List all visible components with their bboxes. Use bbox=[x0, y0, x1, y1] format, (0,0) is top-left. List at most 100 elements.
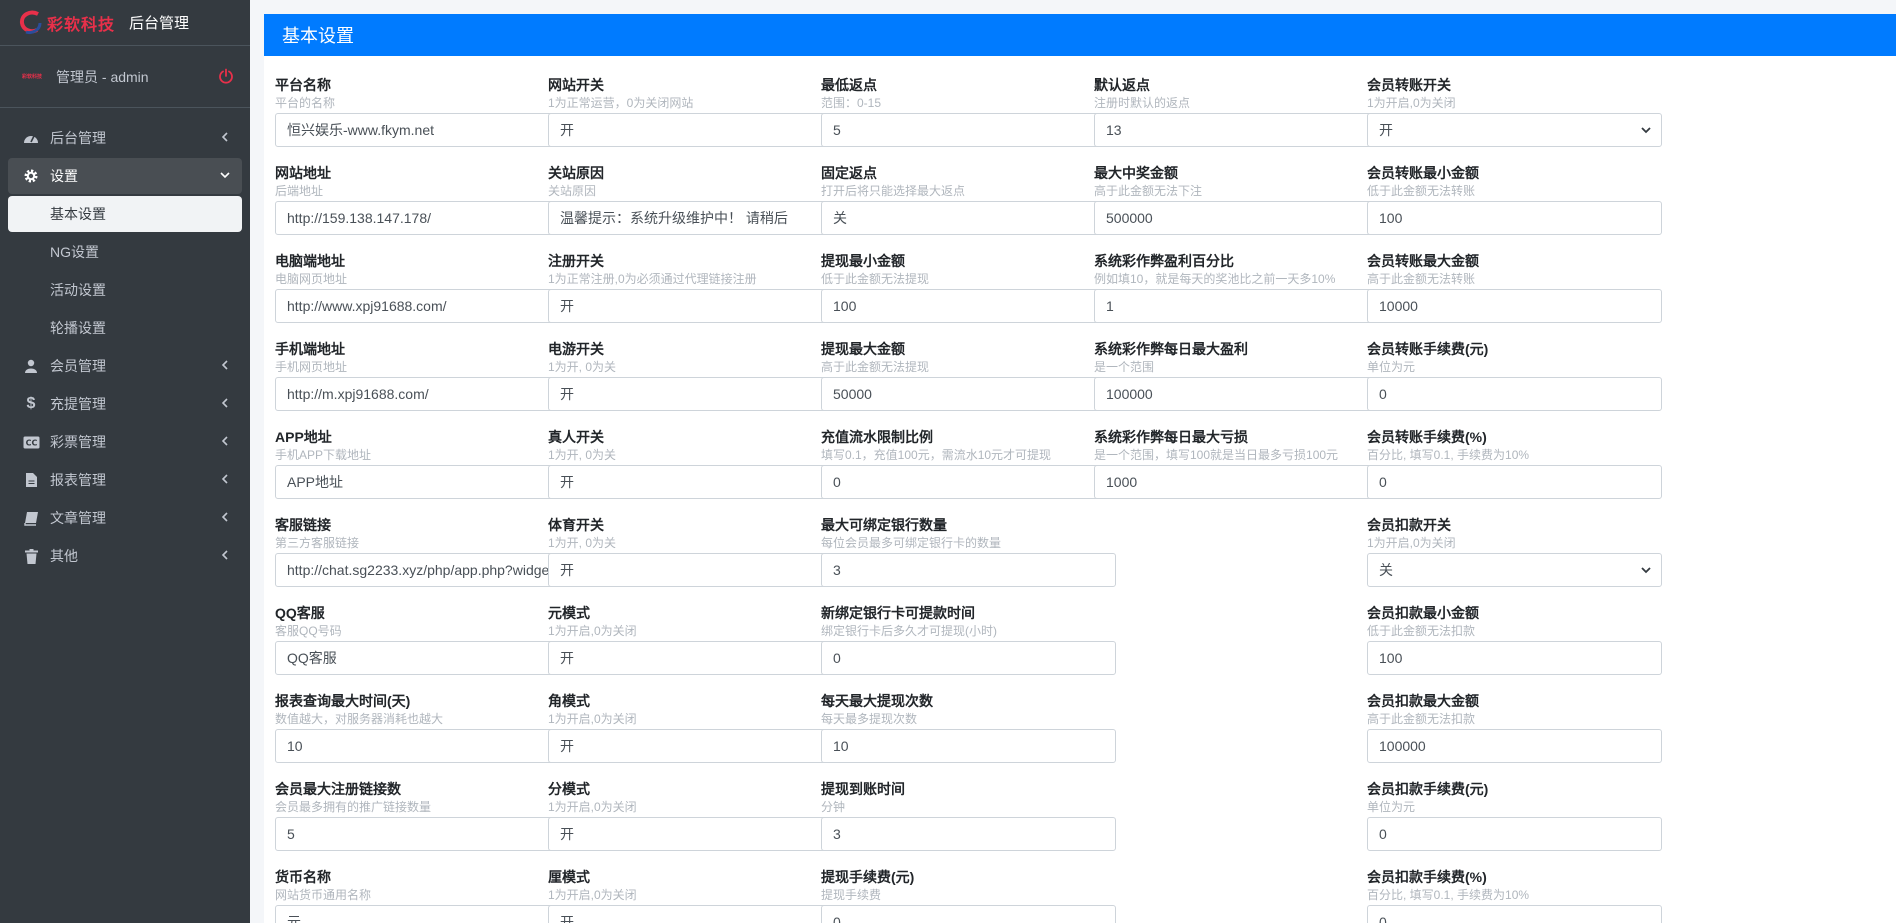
text-input[interactable]: 元 bbox=[275, 905, 570, 923]
form-field: 会员扣款最大金额 高于此金额无法扣款 100000 bbox=[1367, 692, 1663, 780]
nav-label: 设置 bbox=[50, 168, 78, 184]
select-field[interactable]: 关 bbox=[821, 201, 1116, 235]
select-field[interactable]: 开 bbox=[548, 905, 843, 923]
field-hint: 每天最多提现次数 bbox=[821, 712, 918, 726]
nav-item-reports[interactable]: 报表管理 bbox=[8, 462, 242, 498]
field-label: 会员扣款手续费(%) bbox=[1367, 869, 1487, 885]
field-hint: 第三方客服链接 bbox=[275, 536, 360, 550]
text-input[interactable]: 3 bbox=[821, 553, 1116, 587]
nav-item-deposits[interactable]: $ 充提管理 bbox=[8, 386, 242, 422]
form-field: 会员最大注册链接数 会员最多拥有的推广链接数量 5 bbox=[275, 780, 571, 868]
field-value: 100 bbox=[833, 298, 857, 314]
text-input[interactable]: 10000 bbox=[1367, 289, 1662, 323]
form-field: 货币名称 网站货币通用名称元 bbox=[275, 868, 571, 923]
nav-item-lottery[interactable]: CC 彩票管理 bbox=[8, 424, 242, 460]
text-input[interactable]: 0 bbox=[821, 641, 1116, 675]
text-input[interactable]: 10 bbox=[275, 729, 570, 763]
field-label: 网站地址 bbox=[275, 165, 331, 181]
field-hint: 低于此金额无法转账 bbox=[1367, 184, 1476, 198]
text-input[interactable]: 100000 bbox=[1367, 729, 1662, 763]
text-input[interactable]: 1 bbox=[1094, 289, 1389, 323]
field-label: 系统彩作弊每日最大盈利 bbox=[1094, 341, 1248, 357]
select-field[interactable]: 开 bbox=[548, 289, 843, 323]
select-field[interactable]: 开 bbox=[1367, 113, 1662, 147]
form-field: 会员扣款开关 1为开启,0为关闭关 bbox=[1367, 516, 1663, 604]
field-hint: 单位为元 bbox=[1367, 800, 1416, 814]
field-label: 报表查询最大时间(天) bbox=[275, 693, 411, 709]
form-field: 提现最小金额 低于此金额无法提现 100 bbox=[821, 252, 1117, 340]
field-hint: 1为开, 0为关 bbox=[548, 448, 617, 462]
text-input[interactable]: 10 bbox=[821, 729, 1116, 763]
nav-item-members[interactable]: 会员管理 bbox=[8, 348, 242, 384]
field-hint: 1为正常运营，0为关闭网站 bbox=[548, 96, 694, 110]
select-field[interactable]: 开 bbox=[548, 113, 843, 147]
select-field[interactable]: 关 bbox=[1367, 553, 1662, 587]
nav-item-dashboard[interactable]: 后台管理 bbox=[8, 120, 242, 156]
text-input[interactable]: 3 bbox=[821, 817, 1116, 851]
text-input[interactable]: http://www.xpj91688.com/ bbox=[275, 289, 570, 323]
field-value: 0 bbox=[1379, 826, 1387, 842]
nav-item-settings[interactable]: 设置 bbox=[8, 158, 242, 194]
text-input[interactable]: 100 bbox=[1367, 641, 1662, 675]
field-hint: 1为正常注册,0为必须通过代理链接注册 bbox=[548, 272, 757, 286]
text-input[interactable]: http://chat.sg2233.xyz/php/app.php?widge… bbox=[275, 553, 570, 587]
page-title: 基本设置 bbox=[282, 26, 354, 46]
form-field: 会员扣款手续费(元) 单位为元 0 bbox=[1367, 780, 1663, 868]
field-label: 最低返点 bbox=[821, 77, 877, 93]
sub-nav-basic-settings[interactable]: 基本设置 bbox=[8, 196, 242, 232]
sub-nav-activity-settings[interactable]: 活动设置 bbox=[8, 272, 242, 308]
text-input[interactable]: QQ客服 bbox=[275, 641, 570, 675]
sub-nav-ng-settings[interactable]: NG设置 bbox=[8, 234, 242, 270]
select-field[interactable]: 开 bbox=[548, 377, 843, 411]
field-value: 开 bbox=[1379, 122, 1393, 138]
text-input[interactable]: 500000 bbox=[1094, 201, 1389, 235]
field-label: 客服链接 bbox=[275, 517, 331, 533]
field-value: QQ客服 bbox=[287, 650, 337, 666]
select-field[interactable]: 开 bbox=[548, 817, 843, 851]
text-input[interactable]: 5 bbox=[275, 817, 570, 851]
field-hint: 手机网页地址 bbox=[275, 360, 348, 374]
text-input[interactable]: 0 bbox=[821, 905, 1116, 923]
text-input[interactable]: APP地址 bbox=[275, 465, 570, 499]
brand[interactable]: 彩软科技 后台管理 bbox=[0, 0, 250, 46]
nav-item-other[interactable]: 其他 bbox=[8, 538, 242, 574]
user-name[interactable]: 管理员 - admin bbox=[56, 67, 149, 87]
form-field: 报表查询最大时间(天) 数值越大，对服务器消耗也越大 10 bbox=[275, 692, 571, 780]
text-input[interactable]: 50000 bbox=[821, 377, 1116, 411]
text-input[interactable]: 0 bbox=[1367, 905, 1662, 923]
select-field[interactable]: 开 bbox=[548, 465, 843, 499]
text-input[interactable]: 0 bbox=[1367, 465, 1662, 499]
form-field: 网站开关 1为正常运营，0为关闭网站开 bbox=[548, 76, 844, 164]
field-hint: 每位会员最多可绑定银行卡的数量 bbox=[821, 536, 1002, 550]
text-input[interactable]: 100 bbox=[821, 289, 1116, 323]
text-input[interactable]: 0 bbox=[821, 465, 1116, 499]
text-input[interactable]: 温馨提示：系统升级维护中！ 请稍后 bbox=[548, 201, 843, 235]
field-value: 关 bbox=[1379, 562, 1393, 578]
text-input[interactable]: 0 bbox=[1367, 817, 1662, 851]
sidebar: 彩软科技 后台管理 彩软科技 管理员 - admin 后台管理 设置 基本设置 … bbox=[0, 0, 250, 923]
select-field[interactable]: 开 bbox=[548, 553, 843, 587]
text-input[interactable]: 恒兴娱乐-www.fkym.net bbox=[275, 113, 570, 147]
text-input[interactable]: 1000 bbox=[1094, 465, 1389, 499]
field-hint: 网站货币通用名称 bbox=[275, 888, 372, 902]
text-input[interactable]: 5 bbox=[821, 113, 1116, 147]
select-field[interactable]: 开 bbox=[548, 641, 843, 675]
text-input[interactable]: 100 bbox=[1367, 201, 1662, 235]
field-hint: 平台的名称 bbox=[275, 96, 336, 110]
select-field[interactable]: 开 bbox=[548, 729, 843, 763]
field-label: 提现最大金额 bbox=[821, 341, 905, 357]
field-value: 0 bbox=[833, 650, 841, 666]
power-icon[interactable] bbox=[218, 68, 234, 84]
field-hint: 高于此金额无法提现 bbox=[821, 360, 930, 374]
text-input[interactable]: http://159.138.147.178/ bbox=[275, 201, 570, 235]
field-label: 会员扣款手续费(元) bbox=[1367, 781, 1489, 797]
form-field: 提现手续费(元) 提现手续费 0 bbox=[821, 868, 1117, 923]
nav-item-articles[interactable]: 文章管理 bbox=[8, 500, 242, 536]
field-label: APP地址 bbox=[275, 429, 332, 445]
text-input[interactable]: 0 bbox=[1367, 377, 1662, 411]
text-input[interactable]: 100000 bbox=[1094, 377, 1389, 411]
text-input[interactable]: http://m.xpj91688.com/ bbox=[275, 377, 570, 411]
text-input[interactable]: 13 bbox=[1094, 113, 1389, 147]
sub-nav-carousel-settings[interactable]: 轮播设置 bbox=[8, 310, 242, 346]
nav-label: 彩票管理 bbox=[50, 434, 106, 450]
